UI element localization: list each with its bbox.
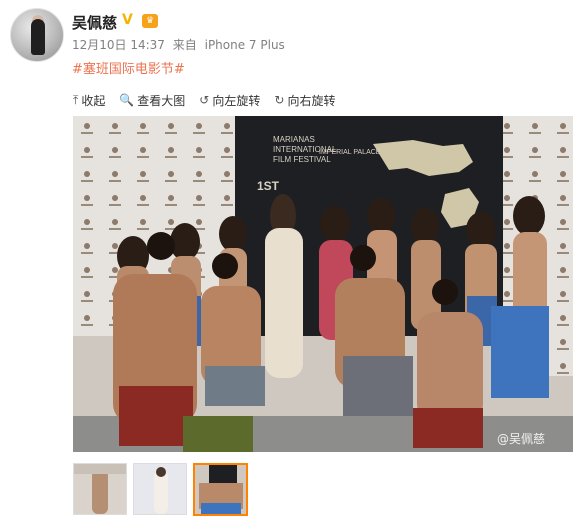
banner-line3: FILM FESTIVAL [273, 155, 331, 164]
rotate-left-label: 向左旋转 [212, 93, 261, 108]
banner-line1: MARIANAS [273, 135, 315, 144]
rotate-left-icon: ↺ [199, 93, 210, 107]
hashtag-link[interactable]: #塞班国际电影节# [72, 58, 185, 77]
avatar[interactable] [10, 8, 64, 62]
rotate-left-button[interactable]: ↺ 向左旋转 [199, 91, 260, 109]
rotate-right-label: 向右旋转 [287, 93, 336, 108]
post-meta: 12月10日 14:37 来自 iPhone 7 Plus [72, 36, 289, 53]
view-large-button[interactable]: 🔍 查看大图 [119, 91, 185, 109]
post-photo[interactable]: MARIANAS INTERNATIONAL FILM FESTIVAL IMP… [73, 116, 573, 452]
banner-hotel: IMPERIAL PALACE [319, 149, 381, 156]
source-prefix: 来自 [172, 38, 197, 52]
vip-icon: ♛ [142, 14, 158, 28]
image-toolbar: ⤒ 收起 🔍 查看大图 ↺ 向左旋转 ↻ 向右旋转 [73, 91, 349, 109]
post-source: iPhone 7 Plus [204, 38, 285, 52]
group-photo-illustration: MARIANAS INTERNATIONAL FILM FESTIVAL IMP… [73, 116, 573, 452]
collapse-icon: ⤒ [73, 92, 79, 107]
collapse-label: 收起 [81, 93, 106, 108]
thumbnail-2[interactable] [133, 463, 187, 515]
photo-watermark: @吴佩慈 [497, 432, 546, 446]
thumbnail-strip [73, 463, 254, 516]
post-date[interactable]: 12月10日 14:37 [72, 38, 165, 52]
thumbnail-3-selected[interactable] [193, 463, 248, 516]
rotate-right-button[interactable]: ↻ 向右旋转 [274, 91, 335, 109]
zoom-icon: 🔍 [119, 93, 135, 107]
verified-icon: V [122, 12, 133, 28]
banner-edition: 1ST [257, 179, 280, 193]
user-name[interactable]: 吴佩慈 [72, 12, 117, 33]
thumbnail-3-image [195, 465, 246, 514]
view-large-label: 查看大图 [137, 93, 186, 108]
rotate-right-icon: ↻ [274, 93, 285, 107]
collapse-button[interactable]: ⤒ 收起 [73, 91, 105, 109]
thumbnail-2-image [134, 464, 186, 514]
thumbnail-1[interactable] [73, 463, 127, 515]
thumbnail-1-image [74, 464, 126, 514]
